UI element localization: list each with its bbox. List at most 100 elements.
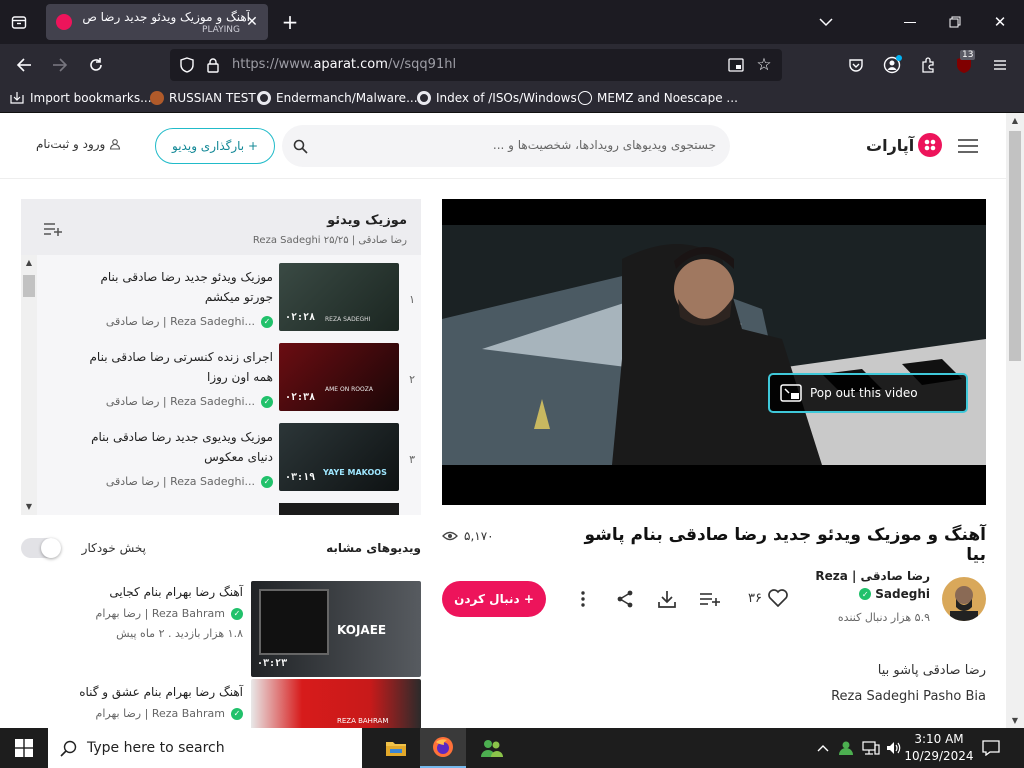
video-thumbnail[interactable]: AME ON ROOZA ۰۲:۳۸ (279, 343, 399, 411)
scroll-down-icon[interactable]: ▼ (1010, 715, 1020, 725)
bookmark-russian-test[interactable]: RUSSIAN TEST (150, 91, 256, 105)
playlist-scrollbar[interactable]: ▲ ▼ (21, 255, 37, 515)
tab-active[interactable]: آهنگ و موزیک ویدئو جدید رضا ص PLAYING ✕ (46, 4, 268, 40)
users-app-icon[interactable] (470, 728, 514, 768)
scroll-thumb[interactable] (23, 275, 35, 297)
playlist-item[interactable]: ۱ REZA SADEGHI ۰۲:۲۸ موزیک ویدئو جدید رض… (37, 263, 421, 337)
forward-icon[interactable] (48, 54, 72, 76)
video-thumbnail[interactable]: REZA BAHRAM (251, 679, 421, 728)
minimize-icon[interactable] (900, 12, 920, 32)
channel-row: رضا صادقی | Reza Sadeghi... ✓ (53, 475, 273, 488)
video-thumbnail[interactable] (279, 503, 399, 515)
video-title: موزیک ویدئو جدید رضا صادقی بنام جورتو میک… (100, 270, 273, 304)
bookmark-import[interactable]: Import bookmarks... (10, 91, 152, 105)
new-tab-icon[interactable]: + (280, 10, 300, 34)
tab-close-icon[interactable]: ✕ (244, 14, 260, 30)
aparat-favicon-icon (56, 14, 72, 30)
back-icon[interactable] (12, 54, 36, 76)
follow-button[interactable]: + دنبال کردن (442, 581, 546, 617)
share-icon[interactable] (614, 588, 636, 610)
video-title: آهنگ و موزیک ویدئو جدید رضا صادقی بنام پ… (584, 525, 987, 565)
restore-icon[interactable] (945, 12, 965, 32)
user-icon (110, 139, 121, 150)
windows-start-icon[interactable] (0, 728, 48, 768)
bookmark-endermanch[interactable]: Endermanch/Malware... (257, 91, 418, 105)
search-input[interactable]: جستجوی ویدیوهای رویدادها، شخصیت‌ها و ... (493, 138, 716, 152)
scroll-up-icon[interactable]: ▲ (24, 257, 34, 267)
lock-icon[interactable] (204, 56, 222, 74)
tab-overview-icon[interactable] (8, 12, 30, 32)
hamburger-menu-icon[interactable] (958, 139, 978, 153)
firefox-icon[interactable] (420, 728, 466, 768)
scroll-thumb[interactable] (1009, 131, 1021, 361)
scroll-down-icon[interactable]: ▼ (24, 501, 34, 511)
tracking-protection-icon[interactable] (178, 56, 196, 74)
chrome-globe-icon (417, 91, 431, 105)
url-bar[interactable]: https://www.aparat.com/v/sqq91hl ☆ (170, 49, 782, 81)
scroll-up-icon[interactable]: ▲ (1010, 115, 1020, 125)
ublock-extension-icon[interactable]: 13 (954, 50, 976, 75)
channel-row: رضا صادقی | Reza Sadeghi... ✓ (53, 315, 273, 328)
verified-icon: ✓ (261, 395, 273, 408)
bookmark-memz[interactable]: MEMZ and Noescape ... (578, 91, 738, 105)
extensions-icon[interactable] (918, 55, 938, 75)
pocket-icon[interactable] (846, 55, 866, 75)
search-box[interactable]: جستجوی ویدیوهای رویدادها، شخصیت‌ها و ... (282, 125, 730, 167)
tab-title: آهنگ و موزیک ویدئو جدید رضا ص (82, 10, 250, 24)
playlist-item[interactable]: ۳ YAYE MAKOOS ۰۳:۱۹ موزیک ویدیوی جدید رض… (37, 423, 421, 497)
add-to-playlist-icon[interactable] (698, 588, 722, 610)
tab-status: PLAYING (202, 25, 240, 35)
save-playlist-icon[interactable] (43, 221, 63, 237)
autoplay-label: پخش خودکار (81, 541, 146, 555)
page-scrollbar[interactable]: ▲ ▼ (1006, 113, 1024, 728)
network-icon[interactable] (860, 738, 882, 758)
login-link[interactable]: ورود و ثبت‌نام (36, 137, 121, 151)
search-icon[interactable] (290, 136, 310, 156)
channel-name[interactable]: رضا صادقی | Reza (790, 569, 930, 583)
taskbar-search-input[interactable]: Type here to search (87, 740, 225, 756)
related-videos-title: ویدیوهای مشابه (326, 541, 421, 555)
clock[interactable]: 3:10 AM 10/29/2024 (904, 731, 974, 765)
video-player[interactable]: Pop out this video (442, 199, 986, 505)
file-explorer-icon[interactable] (374, 728, 418, 768)
download-icon[interactable] (656, 588, 678, 610)
video-thumbnail[interactable]: REZA SADEGHI ۰۲:۲۸ (279, 263, 399, 331)
site-header: آپارات جستجوی ویدیوهای رویدادها، شخصیت‌ه… (0, 113, 1006, 179)
video-meta: ۱.۸ هزار بازدید . ۲ ماه پیش (116, 627, 243, 640)
picture-in-picture-icon[interactable] (726, 56, 746, 74)
more-options-icon[interactable] (574, 589, 592, 609)
picture-in-picture-icon (780, 384, 802, 402)
video-duration: ۰۲:۳۸ (285, 392, 316, 403)
related-item[interactable]: KOJAEE ۰۳:۲۳ آهنگ رضا بهرام بنام کجایی ر… (21, 581, 421, 677)
volume-icon[interactable] (884, 738, 904, 758)
related-item[interactable]: REZA BAHRAM آهنگ رضا بهرام بنام عشق و گن… (21, 679, 421, 728)
tray-overflow-icon[interactable] (814, 738, 832, 758)
notifications-icon[interactable] (980, 738, 1002, 758)
people-tray-icon[interactable] (836, 738, 856, 758)
video-duration: ۰۳:۱۹ (285, 472, 316, 483)
video-title: آهنگ رضا بهرام بنام عشق و گناه (79, 685, 243, 699)
video-thumbnail[interactable]: KOJAEE ۰۳:۲۳ (251, 581, 421, 677)
bookmark-star-icon[interactable]: ☆ (754, 55, 774, 75)
bookmark-iso-index[interactable]: Index of /ISOs/Windows (417, 91, 577, 105)
close-window-icon[interactable]: ✕ (990, 12, 1010, 32)
video-thumbnail[interactable]: YAYE MAKOOS ۰۳:۱۹ (279, 423, 399, 491)
menu-icon[interactable] (990, 55, 1010, 75)
playlist-title: موزیک ویدئو (327, 213, 407, 228)
import-icon (10, 92, 24, 104)
upload-video-button[interactable]: + بارگذاری ویدیو (155, 128, 275, 164)
autoplay-toggle[interactable] (21, 538, 61, 558)
playlist-item-number: ۳ (409, 453, 415, 466)
windows-taskbar: Type here to search 3:10 AM 10/29/2024 (0, 728, 1024, 768)
channel-name-line2[interactable]: ✓ Sadeghi (790, 587, 930, 601)
popout-video-button[interactable]: Pop out this video (768, 373, 968, 413)
reload-icon[interactable] (84, 54, 108, 76)
list-all-tabs-icon[interactable] (816, 12, 836, 32)
channel-avatar[interactable] (942, 577, 986, 621)
taskbar-search[interactable]: Type here to search (48, 728, 362, 768)
playlist-item[interactable]: ۲ AME ON ROOZA ۰۲:۳۸ اجرای زنده کنسرتی ر… (37, 343, 421, 417)
video-frame-image (442, 225, 986, 465)
account-icon[interactable] (882, 55, 902, 75)
site-logo[interactable]: آپارات (866, 133, 943, 157)
like-button[interactable]: ۳۶ (748, 589, 788, 607)
